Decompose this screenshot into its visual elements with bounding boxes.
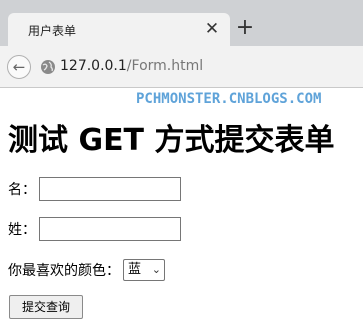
plus-icon[interactable]: + <box>235 17 255 39</box>
tab-title: 用户表单 <box>28 24 77 38</box>
color-row: 你最喜欢的颜色：蓝 ⌄ <box>8 259 165 281</box>
page-title: 测试 GET 方式提交表单 <box>8 123 335 158</box>
watermark: PCHMONSTER.CNBLOGS.COM <box>136 91 322 107</box>
page-content: PCHMONSTER.CNBLOGS.COM 测试 GET 方式提交表单 名： … <box>0 89 363 334</box>
globe-icon <box>41 60 55 74</box>
name-row: 名： <box>8 177 181 201</box>
surname-label: 姓： <box>8 222 36 238</box>
back-button[interactable]: ← <box>7 55 31 79</box>
color-label: 你最喜欢的颜色： <box>8 263 120 279</box>
address-toolbar: ← 127.0.0.1/Form.html <box>0 46 363 88</box>
surname-field[interactable] <box>39 217 181 241</box>
chevron-down-icon: ⌄ <box>151 263 161 276</box>
color-select[interactable]: 蓝 ⌄ <box>123 259 165 281</box>
tab-strip: 用户表单 ✕ + <box>0 0 363 46</box>
surname-row: 姓： <box>8 217 181 241</box>
submit-button[interactable]: 提交查询 <box>9 295 83 319</box>
address-bar[interactable]: 127.0.0.1/Form.html <box>60 58 203 74</box>
browser-window: 用户表单 ✕ + ← 127.0.0.1/Form.html PCHMONSTE… <box>0 0 363 334</box>
close-icon[interactable]: ✕ <box>202 19 222 39</box>
url-path: /Form.html <box>126 58 204 74</box>
tab-active[interactable]: 用户表单 ✕ <box>8 13 230 46</box>
arrow-left-icon: ← <box>12 58 26 76</box>
url-host: 127.0.0.1 <box>60 58 127 74</box>
name-label: 名： <box>8 182 36 198</box>
name-field[interactable] <box>39 177 181 201</box>
color-selected-value: 蓝 <box>128 262 142 277</box>
